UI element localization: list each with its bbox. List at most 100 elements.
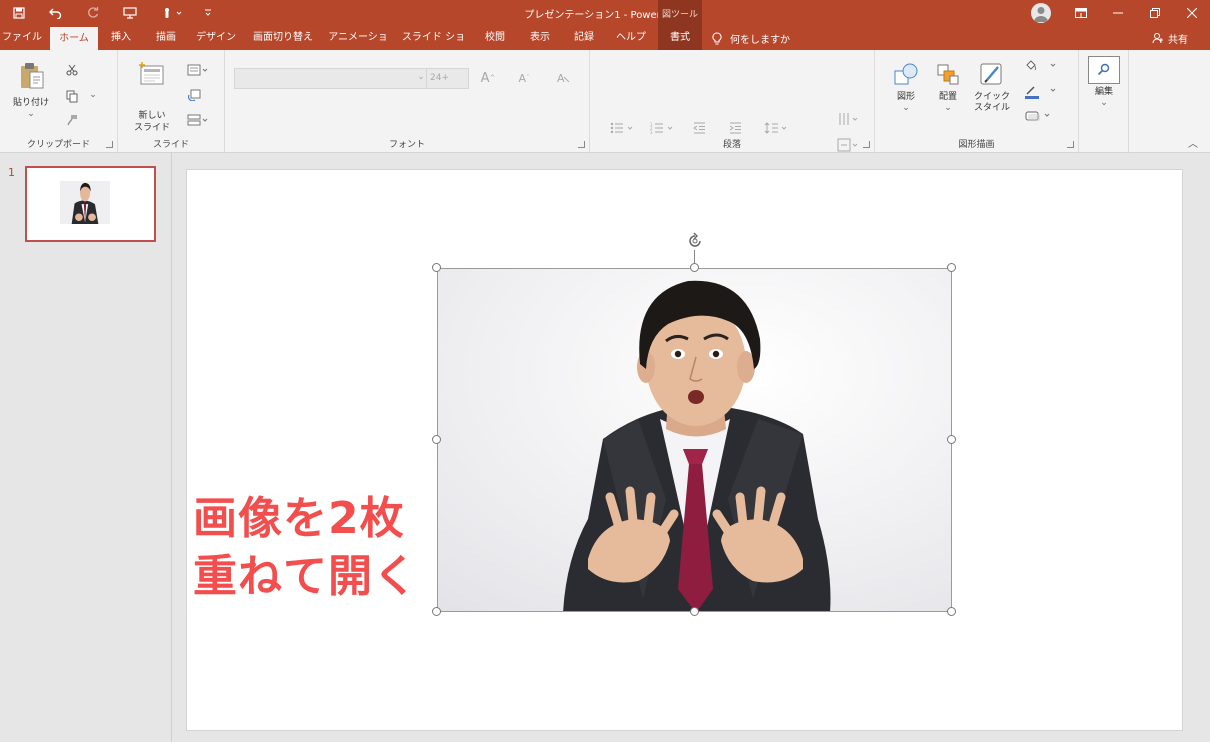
- account-avatar-icon[interactable]: [1031, 3, 1051, 23]
- tab-help[interactable]: ヘルプ: [611, 26, 651, 50]
- svg-text:A: A: [557, 72, 565, 85]
- resize-handle-bottom-left[interactable]: [432, 607, 441, 616]
- overlay-caption: 画像を2枚 重ねて開く: [193, 490, 418, 606]
- clipboard-launcher-icon[interactable]: [106, 141, 113, 148]
- align-text-icon[interactable]: [836, 136, 862, 154]
- overlay-caption-line-2: 重ねて開く: [193, 551, 418, 602]
- tab-slideshow[interactable]: スライド ショー: [400, 26, 467, 67]
- overlay-caption-line-1: 画像を2枚: [193, 493, 405, 544]
- tab-review[interactable]: 校閲: [477, 26, 513, 50]
- font-size-input[interactable]: 24+: [426, 68, 469, 89]
- thumbnail-picture: [60, 181, 110, 224]
- shapes-dropdown-icon[interactable]: ⌄: [885, 103, 927, 114]
- resize-handle-top-right[interactable]: [947, 263, 956, 272]
- slide-number: 1: [8, 166, 15, 179]
- increase-font-icon[interactable]: A ^: [478, 68, 498, 88]
- increase-indent-icon[interactable]: [726, 119, 744, 137]
- paste-icon[interactable]: [14, 60, 50, 92]
- arrange-label[interactable]: 配置: [927, 92, 969, 103]
- rotate-handle-icon[interactable]: [686, 232, 704, 250]
- share-button[interactable]: 共有: [1152, 26, 1188, 50]
- redo-icon[interactable]: [74, 0, 111, 26]
- quick-styles-label-2[interactable]: スタイル: [967, 103, 1017, 114]
- tab-record[interactable]: 記録: [566, 26, 602, 50]
- ribbon: 貼り付け ⌄ ⌄ クリップボード 新しい スライド スライド フォント ⌄ 24…: [0, 50, 1210, 177]
- font-name-dropdown-icon[interactable]: ⌄: [416, 72, 426, 83]
- copy-icon[interactable]: [64, 88, 80, 104]
- shape-effects-icon[interactable]: [1023, 108, 1059, 124]
- text-direction-icon[interactable]: [836, 110, 862, 128]
- font-launcher-icon[interactable]: [578, 141, 585, 148]
- slide-thumbnail[interactable]: [25, 166, 156, 242]
- editing-dropdown-icon[interactable]: ⌄: [1083, 98, 1125, 109]
- reset-slide-icon[interactable]: [186, 87, 202, 103]
- minimize-icon[interactable]: [1099, 0, 1136, 26]
- arrange-dropdown-icon[interactable]: ⌄: [927, 103, 969, 114]
- restore-icon[interactable]: [1136, 0, 1173, 26]
- line-spacing-icon[interactable]: [763, 119, 791, 137]
- paragraph-launcher-icon[interactable]: [863, 141, 870, 148]
- tab-insert[interactable]: 挿入: [104, 26, 138, 50]
- format-painter-icon[interactable]: [64, 112, 80, 128]
- share-label: 共有: [1168, 34, 1188, 46]
- ribbon-tab-bar: ファイル ホーム 挿入 描画 デザイン 画面切り替え アニメーション スライド …: [0, 26, 1210, 67]
- presentation-icon[interactable]: [111, 0, 148, 26]
- resize-handle-top[interactable]: [690, 263, 699, 272]
- selected-picture[interactable]: [437, 268, 952, 612]
- paste-dropdown-icon[interactable]: ⌄: [8, 109, 54, 120]
- editing-group: 編集 ⌄: [1079, 50, 1129, 153]
- clear-formatting-icon[interactable]: A: [553, 68, 573, 88]
- clipboard-group-label: クリップボード: [26, 140, 90, 150]
- resize-handle-left[interactable]: [432, 435, 441, 444]
- numbering-icon[interactable]: 123: [649, 119, 677, 137]
- font-size-value: 24+: [430, 73, 449, 83]
- svg-text:3: 3: [650, 130, 653, 134]
- ribbon-display-options-icon[interactable]: [1062, 0, 1099, 26]
- resize-handle-bottom-right[interactable]: [947, 607, 956, 616]
- new-slide-label-2[interactable]: スライド: [128, 123, 176, 134]
- shape-fill-icon[interactable]: [1023, 58, 1059, 74]
- resize-handle-right[interactable]: [947, 435, 956, 444]
- editing-label[interactable]: 編集: [1083, 87, 1125, 98]
- tell-me-search[interactable]: 何をしますか: [712, 26, 790, 50]
- drawing-launcher-icon[interactable]: [1067, 141, 1074, 148]
- tab-transitions[interactable]: 画面切り替え: [249, 26, 317, 50]
- shape-outline-icon[interactable]: [1023, 84, 1059, 100]
- arrange-icon[interactable]: [933, 60, 963, 88]
- save-icon[interactable]: [0, 0, 37, 26]
- resize-handle-bottom[interactable]: [690, 607, 699, 616]
- tab-home[interactable]: ホーム: [50, 27, 98, 50]
- touch-mode-icon[interactable]: [148, 0, 198, 26]
- bullets-icon[interactable]: [609, 119, 637, 137]
- quick-styles-label-1[interactable]: クイック: [967, 92, 1017, 103]
- find-icon[interactable]: [1088, 56, 1120, 84]
- tab-animations[interactable]: アニメーション: [326, 26, 390, 67]
- new-slide-label-1[interactable]: 新しい: [128, 111, 176, 122]
- quick-access-toolbar: [0, 0, 218, 26]
- copy-dropdown-icon[interactable]: ⌄: [88, 90, 98, 101]
- collapse-ribbon-icon[interactable]: ︿: [1188, 135, 1198, 150]
- customize-qat-icon[interactable]: [198, 0, 218, 26]
- undo-icon[interactable]: [37, 0, 74, 26]
- shapes-icon[interactable]: [891, 60, 921, 88]
- close-icon[interactable]: [1173, 0, 1210, 26]
- paragraph-group: 段落: [590, 50, 875, 153]
- tab-draw[interactable]: 描画: [148, 26, 184, 50]
- tab-design[interactable]: デザイン: [193, 26, 239, 50]
- resize-handle-top-left[interactable]: [432, 263, 441, 272]
- font-name-input[interactable]: [234, 68, 427, 89]
- tab-view[interactable]: 表示: [522, 26, 558, 50]
- decrease-indent-icon[interactable]: [690, 119, 708, 137]
- new-slide-icon[interactable]: [138, 60, 166, 88]
- quick-styles-icon[interactable]: [977, 60, 1007, 88]
- tab-file[interactable]: ファイル: [0, 26, 44, 50]
- tab-format[interactable]: 書式: [658, 26, 702, 50]
- decrease-font-icon[interactable]: Aˇ: [514, 68, 534, 88]
- section-icon[interactable]: [186, 112, 210, 128]
- paste-label[interactable]: 貼り付け: [8, 98, 54, 109]
- layout-icon[interactable]: [186, 62, 210, 78]
- shapes-label[interactable]: 図形: [885, 92, 927, 103]
- drawing-group: 図形 ⌄ 配置 ⌄ クイック スタイル 図形描画: [875, 50, 1079, 153]
- cut-icon[interactable]: [64, 62, 80, 78]
- slides-group-label: スライド: [152, 140, 189, 150]
